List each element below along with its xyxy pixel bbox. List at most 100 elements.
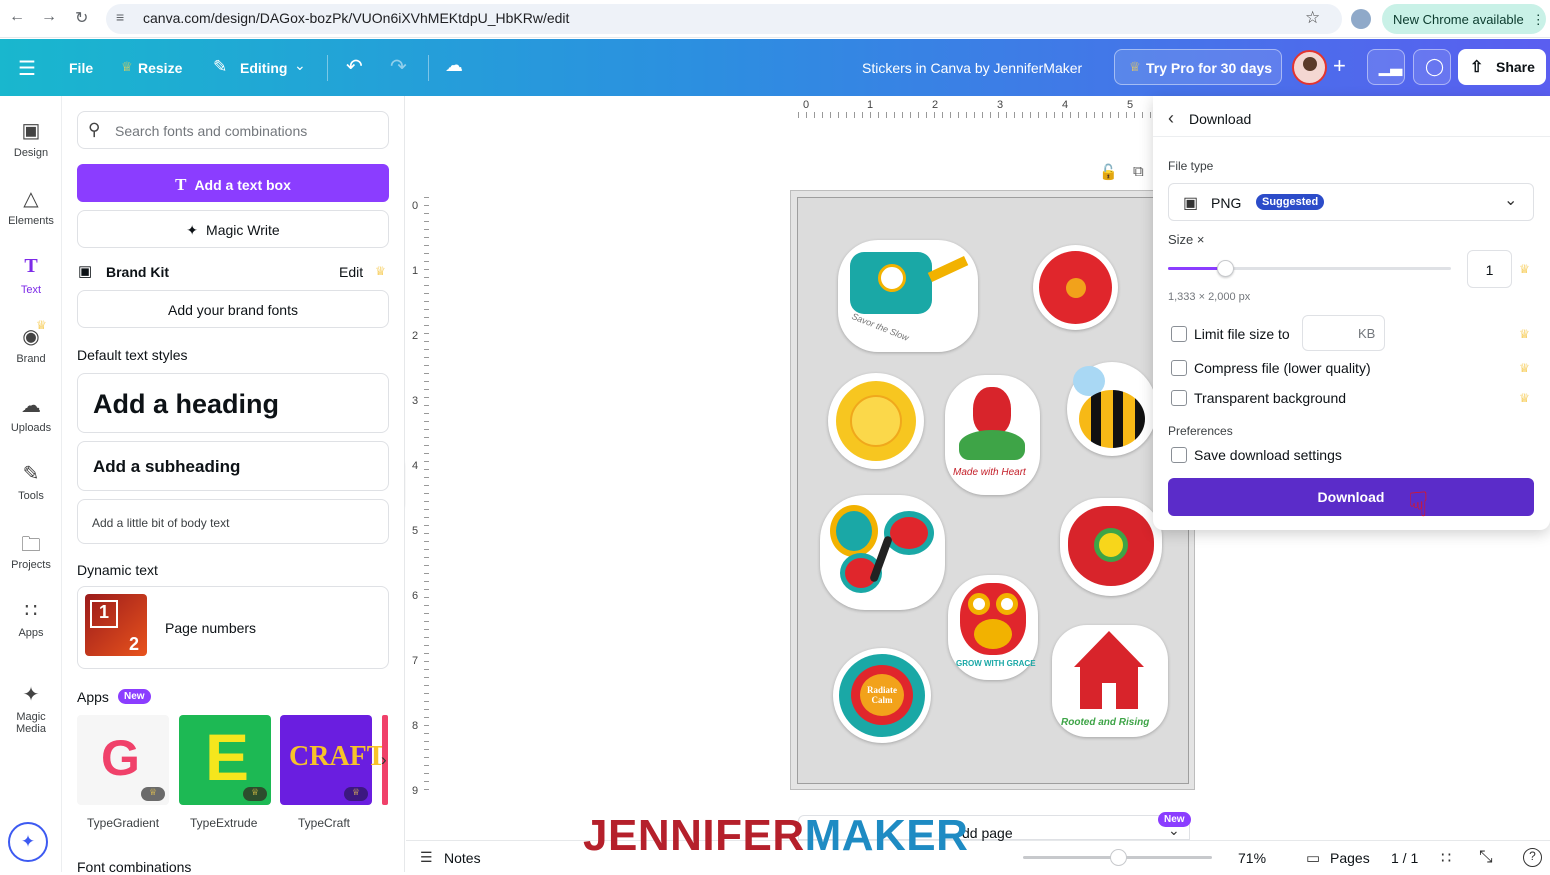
new-badge: New (1158, 812, 1191, 827)
comments-button[interactable]: ◯ (1413, 49, 1451, 85)
undo-icon[interactable]: ↶ (346, 54, 363, 79)
fullscreen-icon[interactable]: ⤡ (1479, 847, 1493, 867)
sun-face (850, 395, 902, 447)
rail-item-uploads[interactable]: ☁ Uploads (0, 393, 62, 434)
heart-flower-sticker[interactable] (1060, 498, 1162, 596)
document-title[interactable]: Stickers in Canva by JenniferMaker (862, 60, 1082, 76)
pages-button[interactable]: Pages (1330, 850, 1370, 866)
file-menu[interactable]: File (69, 60, 93, 76)
url-text[interactable]: canva.com/design/DAGox-bozPk/VUOn6iXVhME… (143, 10, 569, 26)
editing-mode-button[interactable]: Editing (240, 60, 287, 76)
magic-assistant-button[interactable]: ✦ (8, 822, 48, 862)
rail-item-projects[interactable]: 🗀 Projects (0, 530, 62, 571)
projects-icon: 🗀 (21, 534, 41, 556)
zoom-slider-thumb[interactable] (1110, 849, 1127, 866)
typeextrude-app-tile[interactable]: E ♕ (179, 715, 271, 805)
grid-view-icon[interactable]: ∷ (1441, 848, 1451, 868)
add-people-icon[interactable]: + (1333, 53, 1346, 79)
duplicate-page-icon[interactable]: ⧉ (1133, 163, 1144, 180)
preferences-label: Preferences (1168, 424, 1233, 438)
ruler-left-tick: 3 (412, 395, 419, 407)
notes-button[interactable]: Notes (444, 850, 481, 866)
watering-can-sticker[interactable]: Savor the Slow (838, 240, 978, 352)
size-slider-track[interactable] (1168, 260, 1451, 277)
bar-chart-icon: ▁▃ (1379, 59, 1403, 76)
try-pro-button[interactable]: ♕ Try Pro for 30 days (1114, 49, 1282, 85)
share-button[interactable]: ⇧ Share (1458, 49, 1546, 85)
sun-sticker[interactable] (828, 373, 924, 469)
rail-item-elements[interactable]: △ Elements (0, 186, 62, 227)
site-settings-icon[interactable]: ≡ (116, 9, 124, 25)
reload-icon[interactable]: ↻ (75, 8, 88, 28)
zoom-slider-track[interactable] (1023, 849, 1212, 866)
craft-logo-icon: CRAFT (289, 741, 386, 772)
compress-file-checkbox[interactable] (1171, 360, 1187, 376)
rail-item-brand[interactable]: ◉ Brand (0, 324, 62, 365)
magic-media-icon: ✦ (22, 684, 40, 706)
zoom-level[interactable]: 71% (1238, 850, 1266, 866)
owl-belly (974, 619, 1012, 649)
download-panel-title: Download (1189, 111, 1252, 127)
size-slider-thumb[interactable] (1217, 260, 1234, 277)
user-avatar[interactable] (1292, 50, 1327, 85)
add-heading-button[interactable]: Add a heading (77, 373, 389, 433)
add-brand-fonts-button[interactable]: Add your brand fonts (77, 290, 389, 328)
rail-item-apps[interactable]: ∷ Apps (0, 598, 62, 639)
uploads-icon: ☁ (21, 395, 41, 417)
house-sticker[interactable]: Rooted and Rising (1052, 625, 1168, 737)
back-icon[interactable]: ← (9, 8, 25, 26)
size-input[interactable]: 1 (1467, 250, 1512, 288)
add-text-box-button[interactable]: T Add a text box (77, 164, 389, 202)
rail-item-tools[interactable]: ✎ Tools (0, 461, 62, 502)
tulip-sticker[interactable]: Made with Heart (945, 375, 1040, 495)
download-button[interactable]: Download (1168, 478, 1534, 516)
red-flower-sticker[interactable] (1033, 245, 1118, 330)
owl-eye-right (996, 593, 1018, 615)
cloud-saved-icon[interactable]: ☁ (445, 55, 463, 76)
owl-sticker[interactable]: GROW WITH GRACE (948, 575, 1038, 680)
flower-center (1066, 278, 1086, 298)
ruler-left-tick: 1 (412, 265, 419, 277)
magic-write-button[interactable]: ✦ Magic Write (77, 210, 389, 248)
brand-kit-edit-link[interactable]: Edit (339, 264, 363, 280)
crown-icon: ♕ (1129, 59, 1141, 74)
new-chrome-available-button[interactable]: New Chrome available ⋮ (1382, 4, 1546, 34)
rail-item-design[interactable]: ▣ Design (0, 118, 62, 159)
profile-avatar[interactable] (1351, 9, 1371, 29)
transparent-background-checkbox[interactable] (1171, 390, 1187, 406)
forward-icon[interactable]: → (41, 8, 57, 26)
chevron-right-icon[interactable]: › (381, 750, 387, 770)
file-size-limit-input[interactable]: KB (1302, 315, 1385, 351)
redo-icon[interactable]: ↷ (390, 54, 407, 79)
bookmark-star-icon[interactable]: ☆ (1305, 8, 1320, 28)
file-type-label: File type (1168, 159, 1214, 173)
back-chevron-icon[interactable]: ‹ (1168, 108, 1174, 129)
butterfly-sticker[interactable] (820, 495, 945, 610)
menu-icon[interactable]: ☰ (18, 56, 36, 81)
mandala-flower-sticker[interactable]: Radiate Calm (833, 648, 931, 743)
new-badge: New (118, 689, 151, 704)
rail-item-magic-media[interactable]: ✦ Magic Media (0, 682, 62, 735)
rail-item-text[interactable]: T Text (0, 255, 62, 296)
add-subheading-button[interactable]: Add a subheading (77, 441, 389, 491)
ruler-top-tick: 2 (932, 99, 939, 111)
page-numbers-button[interactable]: 1 2 Page numbers (77, 586, 389, 669)
search-input[interactable]: ⚲ Search fonts and combinations (77, 111, 389, 149)
resize-button[interactable]: Resize (138, 60, 182, 76)
typecraft-app-tile[interactable]: CRAFT ♕ (280, 715, 385, 805)
insights-button[interactable]: ▁▃ (1367, 49, 1405, 85)
brand-kit-icon: ▣ (78, 263, 93, 280)
lock-icon[interactable]: 🔓 (1099, 163, 1118, 181)
bee-sticker[interactable] (1067, 362, 1157, 456)
tulip-bloom (973, 387, 1011, 435)
ruler-left-ticks (424, 197, 429, 797)
ruler-left-tick: 2 (412, 330, 419, 342)
text-icon: T (175, 175, 187, 194)
chevron-down-icon[interactable]: ⌄ (294, 57, 306, 74)
typegradient-app-tile[interactable]: G ♕ (77, 715, 169, 805)
file-type-select[interactable]: ▣ PNG Suggested ⌄ (1168, 183, 1534, 221)
limit-file-size-checkbox[interactable] (1171, 326, 1187, 342)
help-icon[interactable]: ? (1523, 848, 1542, 867)
add-body-text-button[interactable]: Add a little bit of body text (77, 499, 389, 544)
save-download-settings-checkbox[interactable] (1171, 447, 1187, 463)
